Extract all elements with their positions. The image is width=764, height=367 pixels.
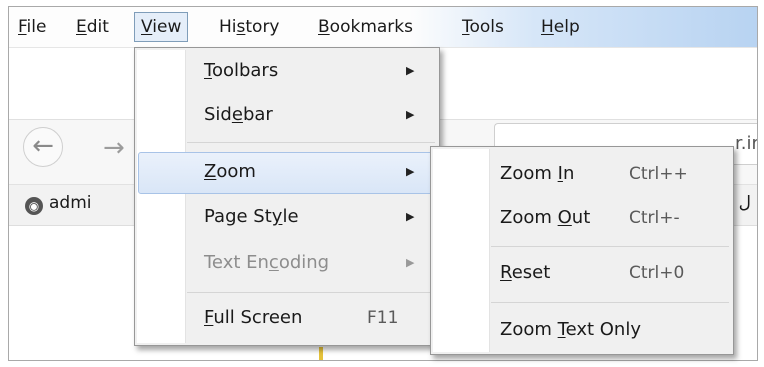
shortcut-text: Ctrl++ xyxy=(629,164,688,184)
menu-tools[interactable]: Tools xyxy=(462,13,504,41)
zoom-text-only-item[interactable]: Zoom Text Only xyxy=(434,311,730,351)
submenu-arrow-icon: ▶ xyxy=(406,165,415,178)
url-text: r.ir xyxy=(735,133,758,154)
reset-zoom-item[interactable]: Reset Ctrl+0 xyxy=(434,254,730,294)
view-menu: Toolbars ▶ Sidebar ▶ Zoom ▶ Page Style ▶… xyxy=(134,47,440,346)
shortcut-text: F11 xyxy=(367,308,399,328)
view-menu-item-sidebar[interactable]: Sidebar ▶ xyxy=(138,96,436,136)
shortcut-text: Ctrl+- xyxy=(629,208,680,228)
menu-separator xyxy=(491,246,729,247)
view-menu-item-full-screen[interactable]: Full Screen F11 xyxy=(138,299,436,339)
menu-history[interactable]: History xyxy=(219,13,280,41)
zoom-submenu: Zoom In Ctrl++ Zoom Out Ctrl+- Reset Ctr… xyxy=(430,146,734,355)
bookmark-item[interactable]: ◉ admi xyxy=(25,193,92,215)
shortcut-text: Ctrl+0 xyxy=(629,263,685,283)
submenu-arrow-icon: ▶ xyxy=(406,210,415,223)
view-menu-item-zoom[interactable]: Zoom ▶ xyxy=(138,152,436,194)
globe-icon: ◉ xyxy=(25,197,43,215)
page-content-mark xyxy=(319,347,323,360)
menu-file[interactable]: File xyxy=(18,13,46,41)
back-arrow-icon: ← xyxy=(32,131,54,161)
forward-button[interactable]: → xyxy=(103,133,125,163)
menu-separator xyxy=(187,292,435,293)
menu-view[interactable]: View xyxy=(134,12,189,42)
zoom-in-item[interactable]: Zoom In Ctrl++ xyxy=(434,155,730,195)
zoom-out-item[interactable]: Zoom Out Ctrl+- xyxy=(434,199,730,239)
menu-bookmarks[interactable]: Bookmarks xyxy=(318,13,413,41)
menu-separator xyxy=(491,302,729,303)
view-menu-item-page-style[interactable]: Page Style ▶ xyxy=(138,198,436,238)
submenu-arrow-icon: ▶ xyxy=(406,108,415,121)
menu-separator xyxy=(187,142,435,143)
menu-bar: File Edit View History Bookmarks Tools H… xyxy=(9,7,757,48)
forward-arrow-icon: → xyxy=(103,133,125,163)
back-button[interactable]: ← xyxy=(23,127,63,167)
view-menu-item-text-encoding: Text Encoding ▶ xyxy=(138,244,436,284)
menu-edit[interactable]: Edit xyxy=(76,13,109,41)
view-menu-item-toolbars[interactable]: Toolbars ▶ xyxy=(138,52,436,92)
submenu-arrow-icon: ▶ xyxy=(406,256,415,269)
submenu-arrow-icon: ▶ xyxy=(406,64,415,77)
menu-help[interactable]: Help xyxy=(541,13,580,41)
bookmark-item-rtl[interactable]: ل xyxy=(739,193,751,213)
